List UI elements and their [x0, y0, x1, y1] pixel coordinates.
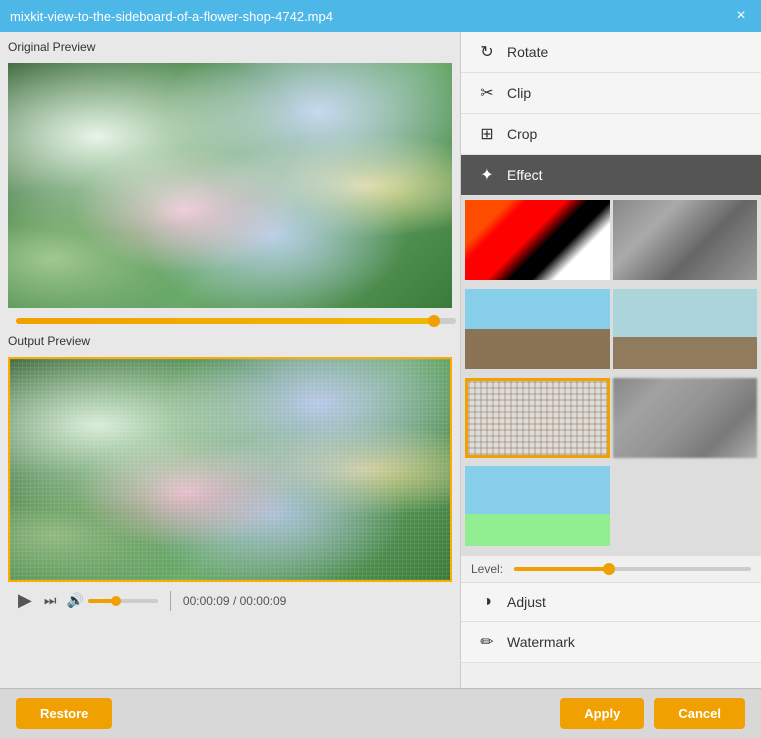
play-button[interactable]: ▶: [16, 588, 34, 613]
right-panel: ↻ Rotate ✂ Clip ⊞ Crop ✦ Effect Level:: [460, 32, 761, 688]
watermark-label: Watermark: [507, 634, 575, 650]
effect-thumb-blur[interactable]: [613, 378, 758, 458]
playback-controls: ▶ ⏭ 🔊 00:00:09 / 00:00:09: [8, 588, 452, 613]
rotate-icon: ↻: [477, 42, 497, 62]
effect-thumb-person1[interactable]: [465, 289, 610, 369]
original-preview-image: [8, 63, 452, 308]
menu-item-crop[interactable]: ⊞ Crop: [461, 114, 761, 155]
divider: [170, 591, 171, 611]
effect-thumb-stitch[interactable]: [465, 378, 610, 458]
menu-item-adjust[interactable]: ◑ Adjust: [461, 583, 761, 622]
time-display: 00:00:09 / 00:00:09: [183, 594, 286, 608]
main-content: Original Preview Output Preview ▶ ⏭ 🔊: [0, 32, 761, 688]
crop-icon: ⊞: [477, 124, 497, 144]
timeline-fill: [16, 318, 434, 324]
original-preview: [8, 63, 452, 308]
bottom-bar: Restore Apply Cancel: [0, 688, 761, 738]
level-row: Level:: [461, 556, 761, 582]
bottom-menu: ◑ Adjust ✏ Watermark: [461, 582, 761, 663]
timeline-thumb[interactable]: [428, 315, 440, 327]
menu-item-watermark[interactable]: ✏ Watermark: [461, 622, 761, 663]
crop-label: Crop: [507, 126, 537, 142]
menu-item-effect[interactable]: ✦ Effect: [461, 155, 761, 196]
total-time: 00:00:09: [240, 594, 287, 608]
volume-slider[interactable]: [88, 599, 158, 603]
clip-icon: ✂: [477, 83, 497, 103]
effect-grid: [461, 196, 761, 556]
volume-thumb[interactable]: [111, 596, 121, 606]
current-time: 00:00:09: [183, 594, 230, 608]
cancel-button[interactable]: Cancel: [654, 698, 745, 729]
effect-thumb-person3[interactable]: [465, 466, 610, 546]
output-preview: [8, 357, 452, 582]
level-thumb[interactable]: [603, 563, 615, 575]
adjust-icon: ◑: [477, 593, 497, 611]
menu-item-rotate[interactable]: ↻ Rotate: [461, 32, 761, 73]
clip-label: Clip: [507, 85, 531, 101]
left-panel: Original Preview Output Preview ▶ ⏭ 🔊: [0, 32, 460, 688]
output-preview-image: [10, 359, 450, 580]
adjust-label: Adjust: [507, 594, 546, 610]
restore-button[interactable]: Restore: [16, 698, 112, 729]
output-preview-label: Output Preview: [8, 334, 452, 348]
level-label: Level:: [471, 562, 506, 576]
action-buttons: Apply Cancel: [560, 698, 745, 729]
rotate-label: Rotate: [507, 44, 548, 60]
original-preview-label: Original Preview: [8, 40, 452, 54]
level-slider[interactable]: [514, 567, 751, 571]
effect-label: Effect: [507, 167, 543, 183]
volume-icon: 🔊: [66, 592, 83, 609]
menu-item-clip[interactable]: ✂ Clip: [461, 73, 761, 114]
volume-section: 🔊: [66, 592, 157, 609]
close-button[interactable]: ×: [731, 6, 751, 26]
effect-thumb-neon[interactable]: [465, 200, 610, 280]
watermark-icon: ✏: [477, 632, 497, 652]
window-title: mixkit-view-to-the-sideboard-of-a-flower…: [10, 9, 333, 24]
level-fill: [514, 567, 609, 571]
effect-thumb-sketch[interactable]: [613, 200, 758, 280]
timeline-bar[interactable]: [16, 318, 456, 324]
time-separator: /: [233, 594, 240, 608]
effect-thumb-person2[interactable]: [613, 289, 758, 369]
apply-button[interactable]: Apply: [560, 698, 644, 729]
effect-icon: ✦: [477, 165, 497, 185]
step-forward-button[interactable]: ⏭: [42, 590, 59, 611]
title-bar: mixkit-view-to-the-sideboard-of-a-flower…: [0, 0, 761, 32]
